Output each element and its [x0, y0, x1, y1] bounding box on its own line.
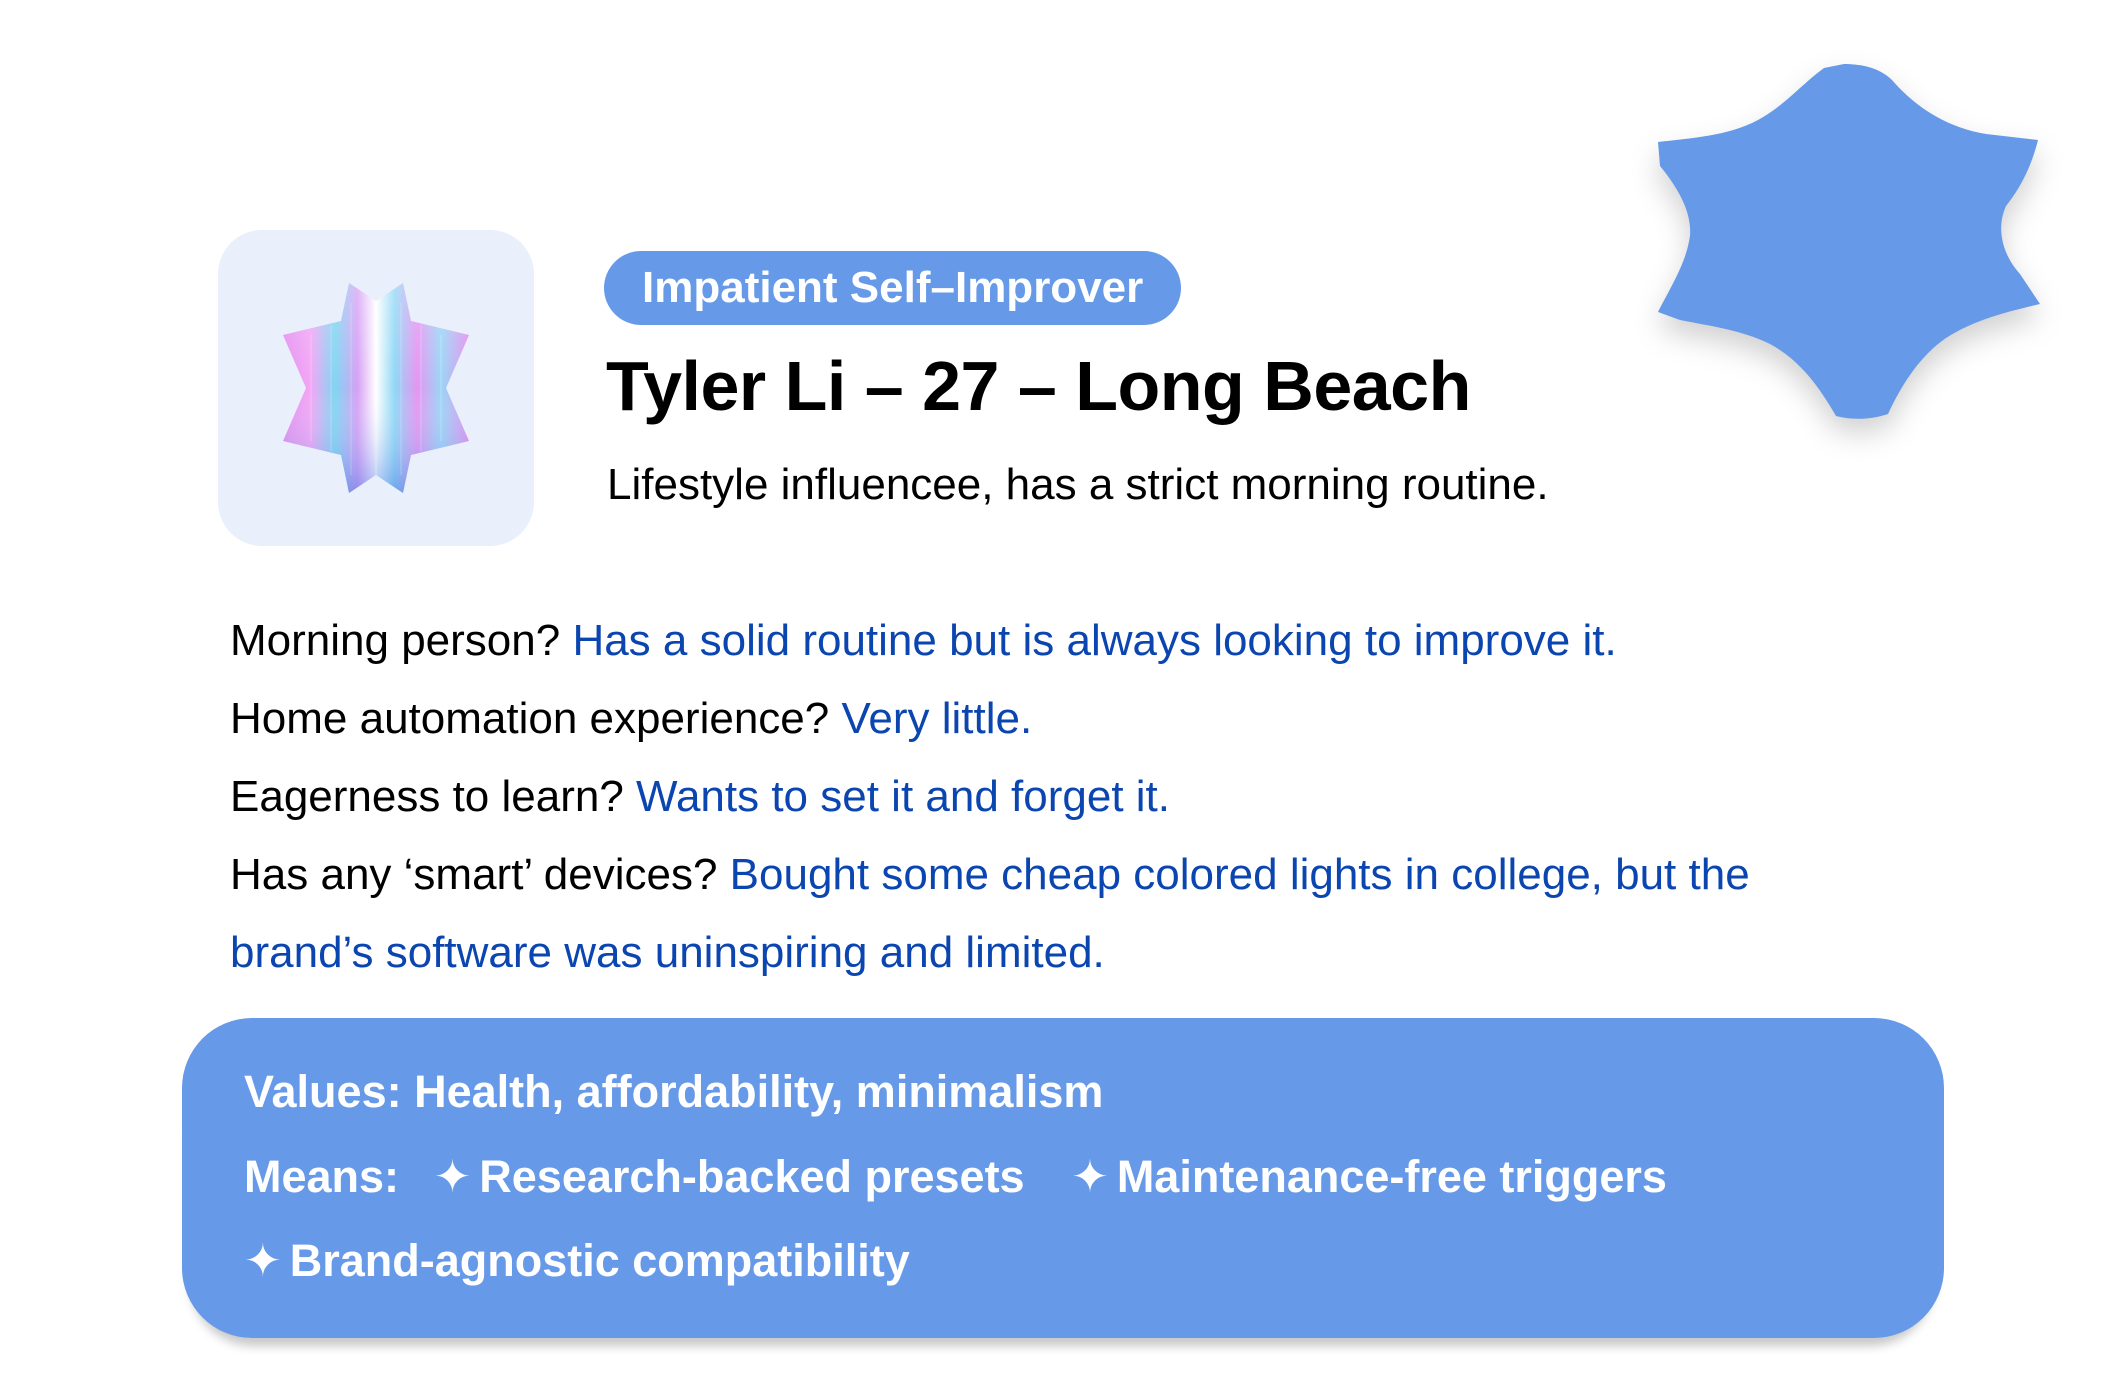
qa-list: Morning person? Has a solid routine but … [230, 602, 1880, 992]
answer: Has a solid routine but is always lookin… [572, 616, 1617, 665]
persona-card: Impatient Self–Improver Tyler Li – 27 – … [0, 0, 2109, 1374]
question: Has any ‘smart’ devices? [230, 850, 718, 899]
question: Home automation experience? [230, 694, 830, 743]
answer: Very little. [841, 694, 1033, 743]
avatar [218, 230, 534, 546]
answer: Wants to set it and forget it. [636, 772, 1170, 821]
means-row: Means: ✦ Research-backed presets ✦ Mainten… [244, 1150, 1667, 1203]
sparkle-icon: ✦ [433, 1151, 472, 1202]
question: Morning person? [230, 616, 561, 665]
sparkle-icon: ✦ [244, 1235, 282, 1286]
qa-item: Morning person? Has a solid routine but … [230, 602, 1880, 680]
archetype-badge: Impatient Self–Improver [604, 251, 1182, 325]
persona-name: Tyler Li – 27 – Long Beach [606, 347, 1471, 425]
qa-item: Eagerness to learn? Wants to set it and … [230, 758, 1880, 836]
means-label: Means: [244, 1151, 400, 1202]
means-item: Research-backed presets [479, 1151, 1025, 1202]
persona-tagline: Lifestyle influencee, has a strict morni… [607, 460, 1549, 509]
means-item: Maintenance-free triggers [1116, 1151, 1667, 1202]
question: Eagerness to learn? [230, 772, 624, 821]
means-row: ✦ Brand-agnostic compatibility [244, 1234, 910, 1287]
means-item: Brand-agnostic compatibility [289, 1235, 910, 1286]
qa-item: Has any ‘smart’ devices? Bought some che… [230, 836, 1880, 992]
values-line: Values: Health, affordability, minimalis… [244, 1066, 1104, 1117]
sparkle-icon: ✦ [1071, 1151, 1109, 1202]
qa-item: Home automation experience? Very little. [230, 680, 1880, 758]
values-card: Values: Health, affordability, minimalis… [182, 1018, 1944, 1338]
iridescent-star-shape-icon [283, 283, 469, 493]
blue-star-blob-icon [1658, 64, 2040, 419]
